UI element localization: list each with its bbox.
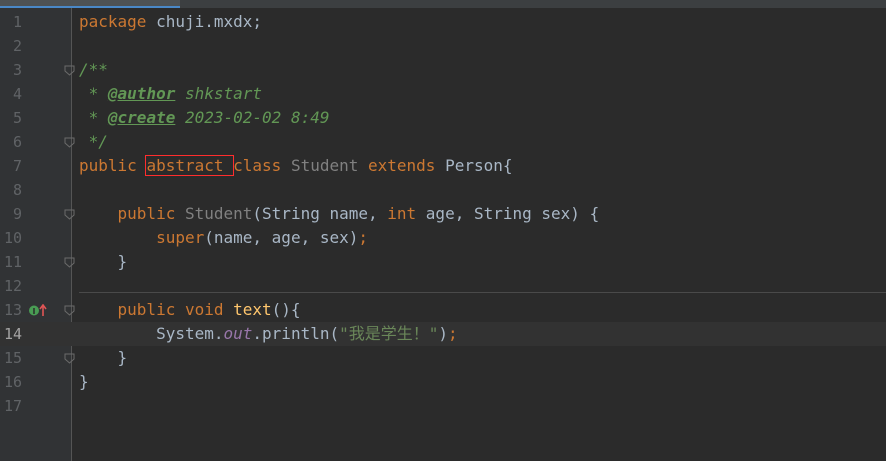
code-line[interactable]: 8 <box>0 178 886 202</box>
implements-overrides-icon[interactable]: I <box>28 304 50 317</box>
line-number: 10 <box>3 229 22 247</box>
code-token: out <box>223 324 253 343</box>
code-token: } <box>79 372 89 391</box>
code-token: ; <box>358 228 369 247</box>
line-number: 16 <box>3 373 22 391</box>
code-token: 2023-02-02 8:49 <box>175 108 330 127</box>
code-token: text <box>233 300 272 319</box>
code-token: (){ <box>271 300 301 319</box>
code-token: sex) <box>319 228 359 247</box>
code-line[interactable]: 9 public Student(String name, int age, S… <box>0 202 886 226</box>
code-text: } <box>79 250 128 274</box>
line-number: 2 <box>12 37 22 55</box>
code-token: (name, <box>204 228 272 247</box>
code-token: @author <box>107 84 176 103</box>
line-number: 14 <box>3 325 22 343</box>
code-text: } <box>79 370 89 394</box>
code-token: extends <box>368 156 446 175</box>
code-token: .println( <box>252 324 340 343</box>
code-text: System.out.println("我是学生！"); <box>79 322 458 346</box>
code-token: Person{ <box>445 156 513 175</box>
line-number: 3 <box>12 61 22 79</box>
code-token: chuji.mxdx; <box>156 12 263 31</box>
code-token: Student <box>290 156 368 175</box>
code-token: int <box>387 204 426 223</box>
line-number: 4 <box>12 85 22 103</box>
code-token: String sex) { <box>473 204 600 223</box>
line-number: 17 <box>3 397 22 415</box>
editor-tab-active[interactable] <box>0 0 180 8</box>
fold-marker-icon[interactable] <box>64 305 75 316</box>
code-line[interactable]: 5 * @create 2023-02-02 8:49 <box>0 106 886 130</box>
code-token: ) <box>438 324 449 343</box>
line-number: 8 <box>12 181 22 199</box>
line-number: 11 <box>3 253 22 271</box>
code-token: * <box>79 108 108 127</box>
code-text: public abstract class Student extends Pe… <box>79 154 513 178</box>
line-number: 1 <box>12 13 22 31</box>
fold-marker-icon[interactable] <box>64 209 75 220</box>
code-text: * @author shkstart <box>79 82 262 106</box>
code-token: public <box>79 156 147 175</box>
code-token: /** <box>79 60 108 79</box>
code-text: */ <box>79 130 108 154</box>
code-token: package <box>79 12 157 31</box>
code-line[interactable]: 14 System.out.println("我是学生！"); <box>0 322 886 346</box>
code-token: class <box>233 156 291 175</box>
fold-marker-icon[interactable] <box>64 65 75 76</box>
code-token: (String name, <box>252 204 388 223</box>
code-token: @create <box>107 108 176 127</box>
code-text: /** <box>79 58 108 82</box>
editor-tab[interactable] <box>182 0 262 8</box>
code-token: age, <box>425 204 474 223</box>
code-token: shkstart <box>175 84 263 103</box>
code-line[interactable]: 17 <box>0 394 886 418</box>
code-text: * @create 2023-02-02 8:49 <box>79 106 330 130</box>
line-number: 12 <box>3 277 22 295</box>
code-line[interactable]: 12 <box>0 274 886 298</box>
code-token: "我是学生！" <box>339 324 439 343</box>
code-line[interactable]: 6 */ <box>0 130 886 154</box>
code-line[interactable]: 4 * @author shkstart <box>0 82 886 106</box>
code-token: public <box>79 204 185 223</box>
code-token: * <box>79 84 108 103</box>
code-token: super <box>79 228 205 247</box>
svg-text:I: I <box>33 307 36 316</box>
code-token: public void <box>79 300 234 319</box>
code-line[interactable]: 3 /** <box>0 58 886 82</box>
code-line[interactable]: 2 <box>0 34 886 58</box>
code-token: Student <box>184 204 253 223</box>
code-text: } <box>79 346 128 370</box>
code-line[interactable]: 10 super(name, age, sex); <box>0 226 886 250</box>
code-token: age, <box>271 228 320 247</box>
code-token: System. <box>79 324 224 343</box>
code-line[interactable]: 11 } <box>0 250 886 274</box>
code-line[interactable]: 16} <box>0 370 886 394</box>
line-number: 5 <box>12 109 22 127</box>
line-number: 9 <box>12 205 22 223</box>
code-text: public Student(String name, int age, Str… <box>79 202 600 226</box>
code-text: super(name, age, sex); <box>79 226 368 250</box>
code-line[interactable]: 15 } <box>0 346 886 370</box>
code-token: */ <box>79 132 108 151</box>
highlighted-keyword: abstract <box>145 155 235 176</box>
code-text: public void text(){ <box>79 298 301 322</box>
code-token: } <box>79 348 128 367</box>
code-line[interactable]: 13 I public void text(){ <box>0 298 886 322</box>
editor-tab-bar <box>0 0 886 8</box>
line-number: 15 <box>3 349 22 367</box>
code-line[interactable]: 7 public abstract class Student extends P… <box>0 154 886 178</box>
code-line[interactable]: 1 package chuji.mxdx; <box>0 10 886 34</box>
code-text: package chuji.mxdx; <box>79 10 262 34</box>
code-token: } <box>79 252 128 271</box>
line-number: 13 <box>3 301 22 319</box>
line-number: 6 <box>12 133 22 151</box>
code-token: ; <box>448 324 458 343</box>
fold-marker-icon[interactable] <box>64 353 75 364</box>
fold-marker-icon[interactable] <box>64 137 75 148</box>
fold-marker-icon[interactable] <box>64 257 75 268</box>
line-number: 7 <box>12 157 22 175</box>
